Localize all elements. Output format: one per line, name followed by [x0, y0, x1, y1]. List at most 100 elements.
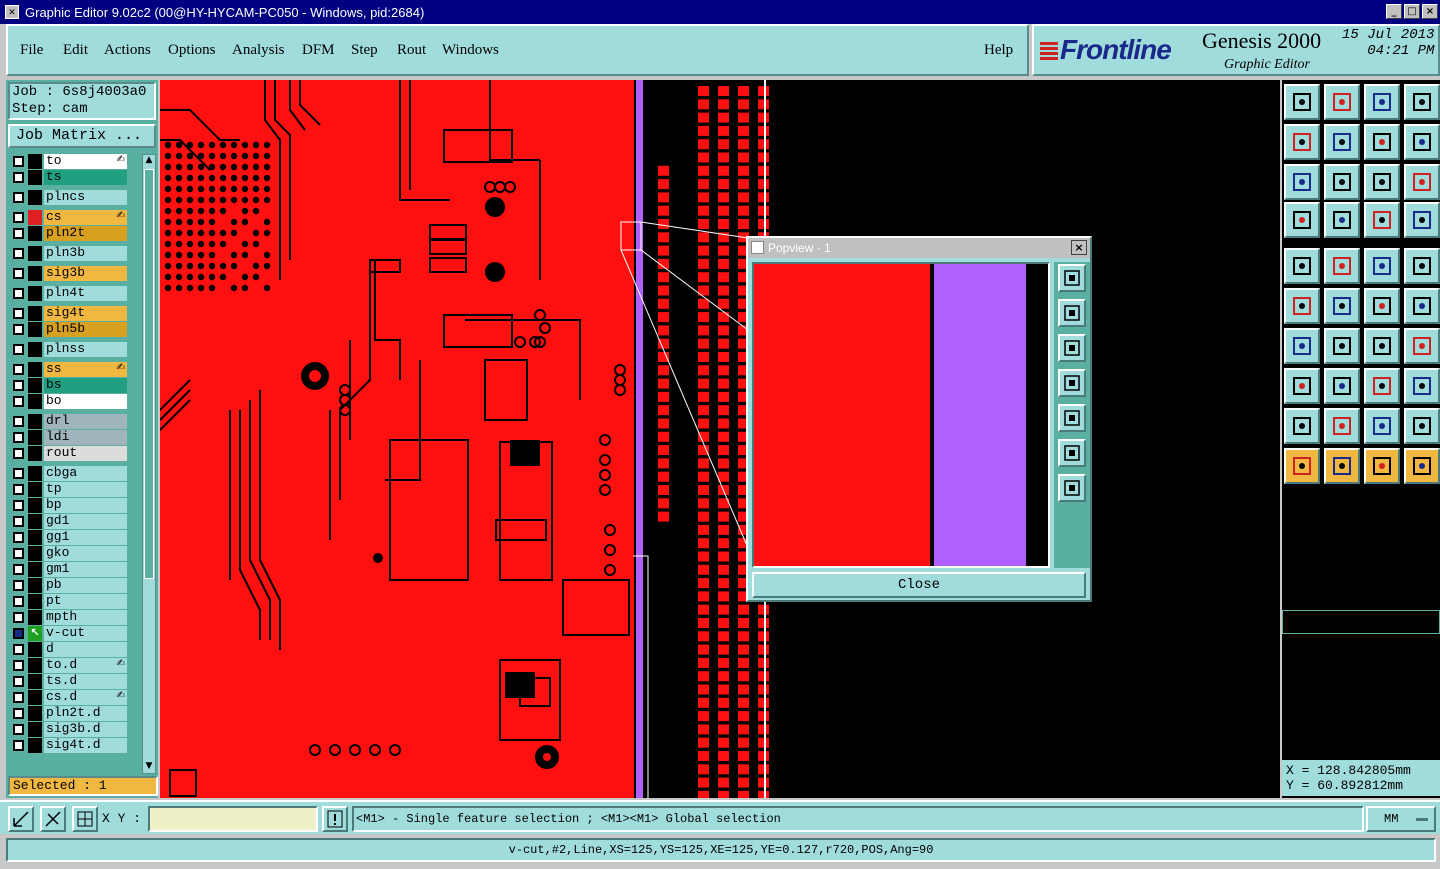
layer-row[interactable]: pln3b	[10, 246, 128, 261]
move-icon[interactable]	[1364, 288, 1400, 324]
layer-color-swatch[interactable]	[28, 482, 42, 497]
layer-checkbox[interactable]	[13, 708, 24, 719]
layer-checkbox[interactable]	[13, 532, 24, 543]
layer-row[interactable]: pln2t.d	[10, 706, 128, 721]
layer-name[interactable]: pt	[44, 594, 127, 609]
layer-color-swatch[interactable]	[28, 546, 42, 561]
menu-help[interactable]: Help	[984, 42, 1013, 59]
route-icon[interactable]	[1364, 202, 1400, 238]
popview-close-icon[interactable]: ×	[1071, 240, 1087, 255]
layer-checkbox[interactable]	[13, 288, 24, 299]
layer-color-swatch[interactable]	[28, 394, 42, 409]
layer-row[interactable]: pb	[10, 578, 128, 593]
menu-windows[interactable]: Windows	[442, 42, 499, 59]
select-box-icon[interactable]	[1324, 448, 1360, 484]
layer-row[interactable]: plnss	[10, 342, 128, 357]
layer-row[interactable]: pln4t	[10, 286, 128, 301]
maximize-button[interactable]: □	[1404, 4, 1420, 19]
layer-checkbox[interactable]	[13, 344, 24, 355]
layer-color-swatch[interactable]	[28, 266, 42, 281]
layer-color-swatch[interactable]	[28, 674, 42, 689]
layer-checkbox[interactable]	[13, 548, 24, 559]
layer-name[interactable]: bo	[44, 394, 127, 409]
layer-checkbox[interactable]	[13, 396, 24, 407]
layer-name[interactable]: bp	[44, 498, 127, 513]
minimize-button[interactable]: _	[1386, 4, 1402, 19]
layer-name[interactable]: sig3b	[44, 266, 127, 281]
layer-checkbox[interactable]	[13, 416, 24, 427]
layer-name[interactable]: cbga	[44, 466, 127, 481]
layer-name[interactable]: bs	[44, 378, 127, 393]
layer-checkbox[interactable]	[13, 248, 24, 259]
layer-name[interactable]: cs ✍	[44, 210, 127, 225]
layer-name[interactable]: gko	[44, 546, 127, 561]
layer-checkbox[interactable]	[13, 432, 24, 443]
alert-icon[interactable]	[322, 806, 348, 832]
layer-row[interactable]: gd1	[10, 514, 128, 529]
layer-row[interactable]: rout	[10, 446, 128, 461]
layer-checkbox[interactable]	[13, 364, 24, 375]
layer-checkbox[interactable]	[13, 564, 24, 575]
zoom-center-icon[interactable]	[1324, 164, 1360, 200]
graphic-canvas[interactable]	[160, 80, 1280, 798]
layer-checkbox[interactable]	[13, 156, 24, 167]
layer-checkbox[interactable]	[13, 380, 24, 391]
layer-row[interactable]: bs	[10, 378, 128, 393]
route-edit-icon[interactable]	[1404, 202, 1440, 238]
layer-row[interactable]: ts.d	[10, 674, 128, 689]
layer-row[interactable]: ldi	[10, 430, 128, 445]
layer-checkbox[interactable]	[13, 268, 24, 279]
layer-color-swatch[interactable]	[28, 430, 42, 445]
layer-checkbox[interactable]	[13, 448, 24, 459]
layer-color-swatch[interactable]	[28, 226, 42, 241]
layer-color-swatch[interactable]	[28, 514, 42, 529]
mini-map[interactable]	[1282, 610, 1440, 634]
measure-icon[interactable]	[40, 806, 66, 832]
mirror-icon[interactable]	[1404, 328, 1440, 364]
layer-row[interactable]: pln5b	[10, 322, 128, 337]
layer-name[interactable]: gd1	[44, 514, 127, 529]
menu-analysis[interactable]: Analysis	[232, 42, 285, 59]
layer-checkbox[interactable]	[13, 228, 24, 239]
layer-color-swatch[interactable]	[28, 690, 42, 705]
grid-snap-icon[interactable]	[72, 806, 98, 832]
route-step-icon[interactable]	[1404, 448, 1440, 484]
layer-checkbox[interactable]	[13, 692, 24, 703]
triangle-up-icon[interactable]	[1324, 408, 1360, 444]
zoom-area-icon[interactable]	[8, 806, 34, 832]
layer-checkbox[interactable]	[13, 484, 24, 495]
rotate-icon[interactable]	[1364, 328, 1400, 364]
layer-row[interactable]: bp	[10, 498, 128, 513]
layer-checkbox[interactable]	[13, 212, 24, 223]
measure-distance-icon[interactable]	[1364, 368, 1400, 404]
grid-icon[interactable]	[1324, 202, 1360, 238]
layer-color-swatch[interactable]	[28, 362, 42, 377]
layer-name[interactable]: gm1	[44, 562, 127, 577]
layer-name[interactable]: ts.d	[44, 674, 127, 689]
layer-color-swatch[interactable]	[28, 246, 42, 261]
layer-color-swatch[interactable]	[28, 738, 42, 753]
layer-name[interactable]: pb	[44, 578, 127, 593]
zoom-in-icon[interactable]	[1058, 264, 1086, 292]
layer-name[interactable]: tp	[44, 482, 127, 497]
snap-icon[interactable]	[1404, 124, 1440, 160]
layer-checkbox[interactable]	[13, 516, 24, 527]
layer-checkbox[interactable]	[13, 500, 24, 511]
layer-color-swatch[interactable]	[28, 706, 42, 721]
add-pad-icon[interactable]	[1284, 248, 1320, 284]
save-icon[interactable]	[1324, 84, 1360, 120]
layer-name[interactable]: pln4t	[44, 286, 127, 301]
layer-name[interactable]: drl	[44, 414, 127, 429]
layer-name[interactable]: plncs	[44, 190, 127, 205]
layer-name[interactable]: to.d ✍	[44, 658, 127, 673]
zoom-down-icon[interactable]	[1058, 334, 1086, 362]
layer-checkbox[interactable]	[13, 596, 24, 607]
layer-row[interactable]: mpth	[10, 610, 128, 625]
pan-icon[interactable]	[1058, 474, 1086, 502]
layer-color-swatch[interactable]	[28, 446, 42, 461]
menu-options[interactable]: Options	[168, 42, 216, 59]
scroll-thumb[interactable]	[144, 169, 154, 579]
layer-name[interactable]: d	[44, 642, 127, 657]
zoom-right-icon[interactable]	[1058, 404, 1086, 432]
layer-name[interactable]: ts	[44, 170, 127, 185]
